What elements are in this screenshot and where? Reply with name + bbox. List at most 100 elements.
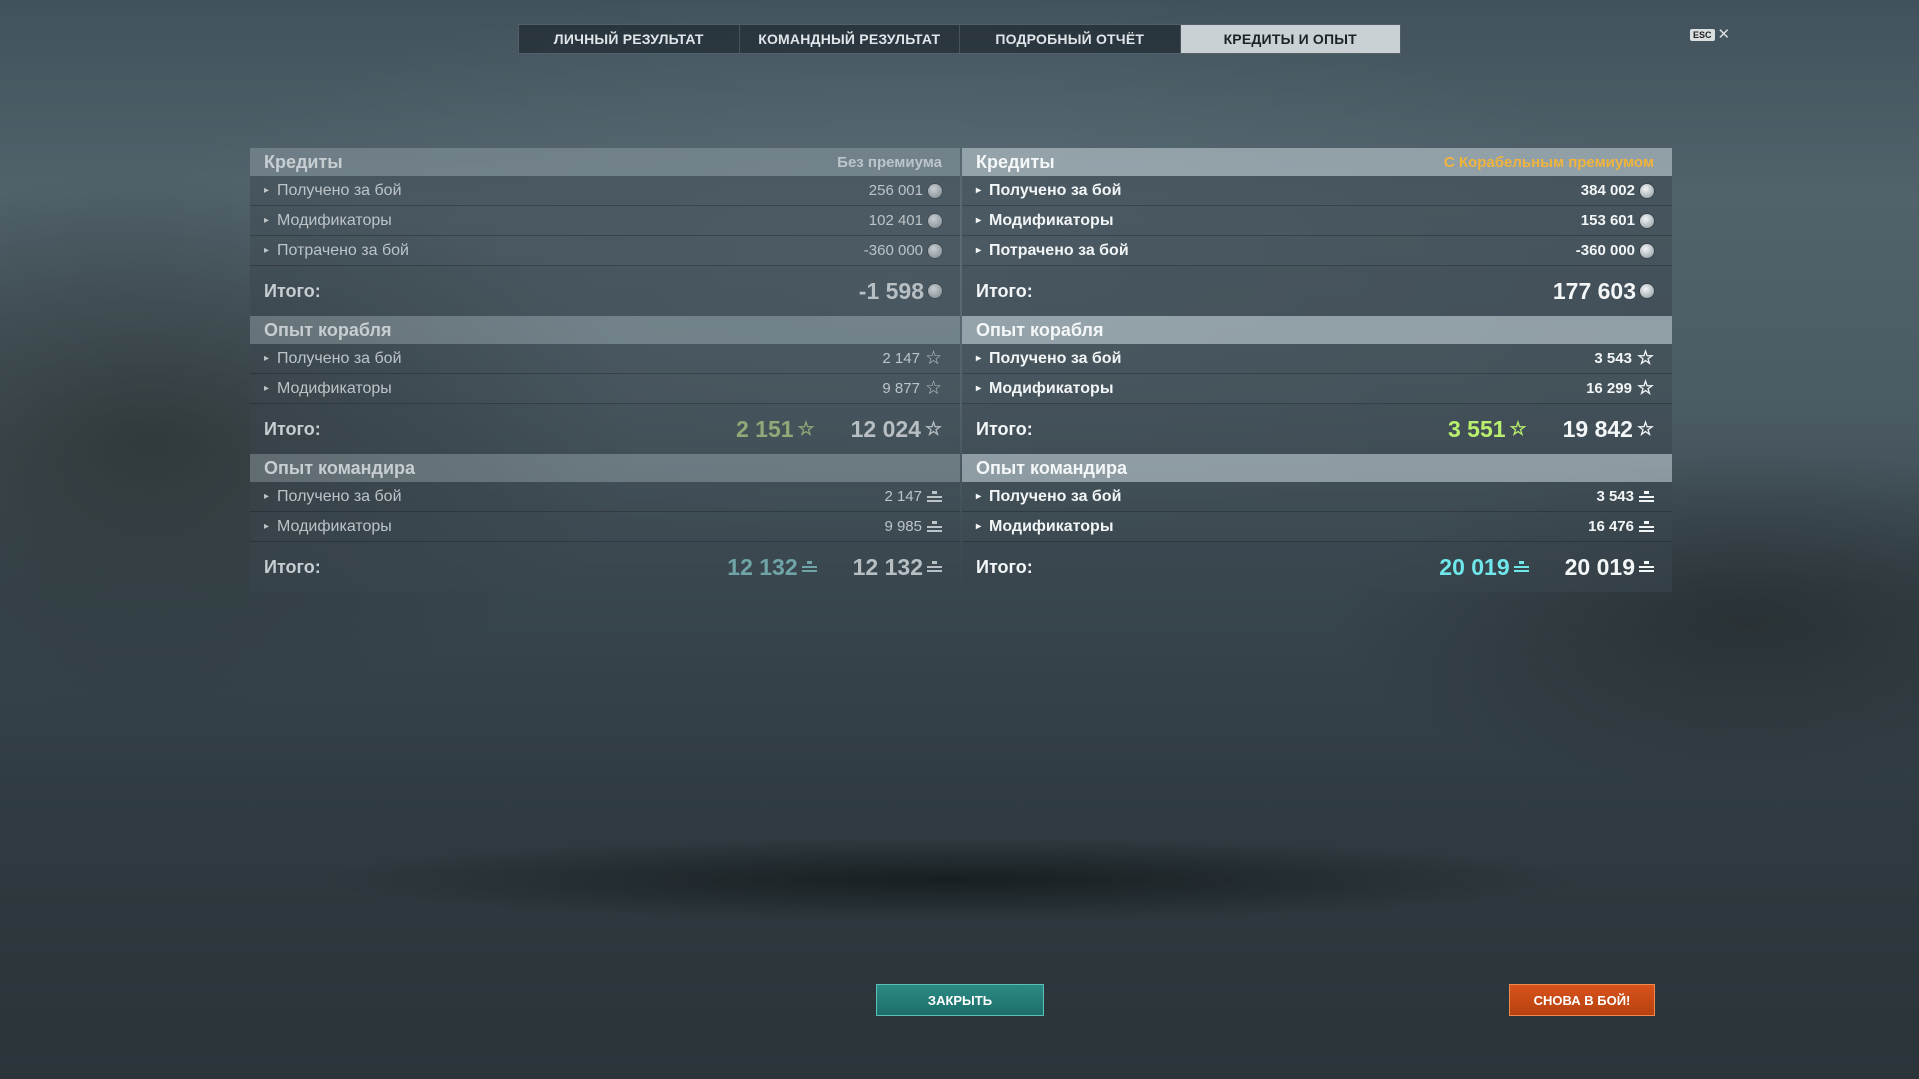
expand-arrow-icon[interactable]: ▸ [264, 185, 269, 196]
credits-row-earned[interactable]: ▸ Получено за бой 384 002 [962, 176, 1672, 206]
row-value: 2 147 [882, 350, 920, 367]
credits-coin-icon [928, 213, 942, 228]
tab-team-result[interactable]: КОМАНДНЫЙ РЕЗУЛЬТАТ [740, 25, 960, 53]
row-label: Получено за бой [989, 181, 1122, 199]
row-value: 384 002 [1580, 182, 1635, 199]
ship-xp-total-row: Итого: 3 551 ☆ 19 842 ☆ [962, 404, 1672, 454]
row-label: Модификаторы [989, 379, 1114, 397]
row-label: Получено за бой [277, 181, 402, 199]
expand-arrow-icon[interactable]: ▸ [264, 245, 269, 256]
commander-xp-total-value: 12 132 [852, 553, 923, 580]
credits-total-row: Итого: 177 603 [962, 266, 1672, 316]
credits-row-spent[interactable]: ▸ Потрачено за бой -360 000 [962, 236, 1672, 266]
expand-arrow-icon[interactable]: ▸ [264, 353, 269, 364]
panel-without-premium: Кредиты Без премиума ▸ Получено за бой 25… [250, 148, 960, 592]
credits-section-header: Кредиты С Корабельным премиумом [962, 148, 1672, 176]
row-value: -360 000 [1575, 242, 1635, 259]
row-value: 9 877 [882, 380, 920, 397]
ship-xp-section-header: Опыт корабля [250, 316, 960, 344]
expand-arrow-icon[interactable]: ▸ [976, 215, 981, 226]
row-label: Получено за бой [989, 349, 1122, 367]
section-title: Опыт корабля [976, 319, 1104, 340]
section-title: Кредиты [976, 151, 1055, 172]
credits-total-value: -1 598 [858, 277, 924, 304]
commander-cap-icon [1639, 520, 1654, 533]
commander-xp-total-value: 20 019 [1564, 553, 1635, 580]
xp-star-icon: ☆ [924, 418, 942, 440]
battle-again-button[interactable]: СНОВА В БОЙ! [1509, 984, 1655, 1016]
credits-row-modifiers[interactable]: ▸ Модификаторы 102 401 [250, 206, 960, 236]
xp-star-icon: ☆ [1636, 418, 1654, 440]
commander-cap-icon [927, 520, 942, 533]
results-tabs: ЛИЧНЫЙ РЕЗУЛЬТАТ КОМАНДНЫЙ РЕЗУЛЬТАТ ПОД… [518, 24, 1401, 54]
elite-commander-xp-total-value: 20 019 [1439, 553, 1510, 580]
ship-xp-row-earned[interactable]: ▸ Получено за бой 3 543 ☆ [962, 344, 1672, 374]
ship-xp-row-earned[interactable]: ▸ Получено за бой 2 147 ☆ [250, 344, 960, 374]
section-title: Опыт корабля [264, 319, 392, 340]
expand-arrow-icon[interactable]: ▸ [976, 185, 981, 196]
free-xp-total-value: 2 151 [735, 415, 794, 442]
free-xp-star-icon: ☆ [1509, 418, 1527, 440]
row-label: Модификаторы [277, 517, 392, 535]
ship-xp-total-row: Итого: 2 151 ☆ 12 024 ☆ [250, 404, 960, 454]
row-label: Модификаторы [277, 211, 392, 229]
total-label: Итого: [264, 418, 321, 439]
commander-xp-row-modifiers[interactable]: ▸ Модификаторы 9 985 [250, 512, 960, 542]
commander-cap-icon [1639, 561, 1654, 573]
row-value: 9 985 [884, 518, 922, 535]
ship-xp-row-modifiers[interactable]: ▸ Модификаторы 9 877 ☆ [250, 374, 960, 404]
commander-xp-section-header: Опыт командира [962, 454, 1672, 482]
expand-arrow-icon[interactable]: ▸ [976, 491, 981, 502]
credits-row-modifiers[interactable]: ▸ Модификаторы 153 601 [962, 206, 1672, 236]
ship-xp-row-modifiers[interactable]: ▸ Модификаторы 16 299 ☆ [962, 374, 1672, 404]
row-value: 3 543 [1596, 488, 1634, 505]
total-label: Итого: [264, 280, 321, 301]
xp-star-icon: ☆ [1636, 378, 1654, 399]
row-label: Получено за бой [277, 349, 402, 367]
premium-status-label: Без премиума [837, 153, 942, 171]
expand-arrow-icon[interactable]: ▸ [976, 383, 981, 394]
credits-coin-icon [928, 243, 942, 258]
tab-detailed-report[interactable]: ПОДРОБНЫЙ ОТЧЁТ [960, 25, 1181, 53]
credits-coin-icon [1640, 243, 1654, 258]
row-value: 16 476 [1588, 518, 1634, 535]
expand-arrow-icon[interactable]: ▸ [976, 245, 981, 256]
close-button[interactable]: ЗАКРЫТЬ [876, 984, 1044, 1016]
premium-status-label: С Корабельным премиумом [1443, 153, 1654, 171]
total-label: Итого: [264, 556, 321, 577]
row-label: Потрачено за бой [277, 241, 409, 259]
total-label: Итого: [976, 280, 1033, 301]
esc-close-button[interactable]: ESC ✕ [1690, 27, 1730, 42]
expand-arrow-icon[interactable]: ▸ [264, 491, 269, 502]
commander-xp-row-earned[interactable]: ▸ Получено за бой 2 147 [250, 482, 960, 512]
credits-row-earned[interactable]: ▸ Получено за бой 256 001 [250, 176, 960, 206]
expand-arrow-icon[interactable]: ▸ [264, 215, 269, 226]
row-value: -360 000 [863, 242, 923, 259]
row-label: Модификаторы [277, 379, 392, 397]
tab-personal-result[interactable]: ЛИЧНЫЙ РЕЗУЛЬТАТ [519, 25, 740, 53]
section-title: Опыт командира [976, 457, 1128, 478]
free-xp-star-icon: ☆ [797, 418, 815, 440]
row-label: Получено за бой [277, 487, 402, 505]
xp-star-icon: ☆ [924, 378, 942, 399]
commander-xp-row-modifiers[interactable]: ▸ Модификаторы 16 476 [962, 512, 1672, 542]
ship-xp-total-value: 19 842 [1562, 415, 1633, 442]
credits-coin-icon [928, 183, 942, 198]
credits-coin-icon [1640, 213, 1654, 228]
expand-arrow-icon[interactable]: ▸ [264, 521, 269, 532]
close-icon: ✕ [1717, 26, 1731, 43]
expand-arrow-icon[interactable]: ▸ [264, 383, 269, 394]
credits-total-value: 177 603 [1552, 277, 1636, 304]
ship-xp-total-value: 12 024 [850, 415, 921, 442]
tab-credits-and-xp[interactable]: КРЕДИТЫ И ОПЫТ [1180, 25, 1400, 53]
expand-arrow-icon[interactable]: ▸ [976, 353, 981, 364]
commander-cap-icon [1639, 490, 1654, 503]
row-value: 3 543 [1594, 350, 1632, 367]
commander-xp-total-row: Итого: 20 019 20 019 [962, 542, 1672, 592]
commander-xp-row-earned[interactable]: ▸ Получено за бой 3 543 [962, 482, 1672, 512]
credits-section-header: Кредиты Без премиума [250, 148, 960, 176]
esc-key-icon: ESC [1690, 28, 1715, 41]
credits-row-spent[interactable]: ▸ Потрачено за бой -360 000 [250, 236, 960, 266]
expand-arrow-icon[interactable]: ▸ [976, 521, 981, 532]
panel-with-premium: Кредиты С Корабельным премиумом ▸ Получен… [962, 148, 1672, 592]
